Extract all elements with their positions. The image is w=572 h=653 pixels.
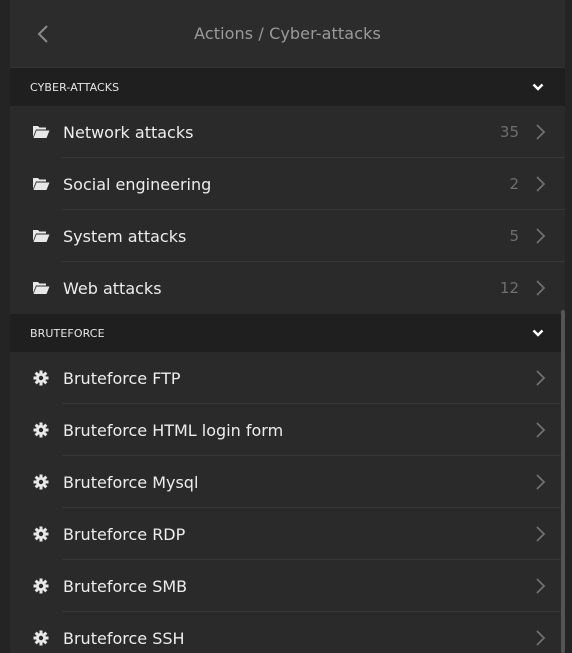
item-label: Bruteforce RDP (63, 524, 186, 544)
item-label: Bruteforce SMB (63, 576, 188, 596)
item-label: Bruteforce SSH (63, 628, 185, 648)
item-label: Bruteforce FTP (63, 368, 181, 388)
list-item-bruteforce-ftp[interactable]: Bruteforce FTP (10, 352, 565, 404)
scrollbar[interactable] (561, 310, 565, 653)
gear-icon (32, 422, 50, 438)
section-label: CYBER-ATTACKS (30, 80, 120, 94)
chevron-right-icon (536, 280, 546, 296)
item-count: 2 (509, 175, 519, 193)
item-label: Bruteforce HTML login form (63, 420, 284, 440)
item-label: System attacks (63, 226, 187, 246)
folder-open-icon (32, 124, 50, 140)
list-item-bruteforce-html-login-form[interactable]: Bruteforce HTML login form (10, 404, 565, 456)
item-count: 35 (499, 123, 519, 141)
list-item-bruteforce-rdp[interactable]: Bruteforce RDP (10, 508, 565, 560)
gear-icon (32, 474, 50, 490)
section-header-cyber-attacks[interactable]: CYBER-ATTACKS (10, 68, 565, 106)
chevron-right-icon (536, 474, 546, 490)
chevron-right-icon (536, 228, 546, 244)
item-count: 12 (499, 279, 519, 297)
item-label: Social engineering (63, 174, 212, 194)
chevron-right-icon (536, 176, 546, 192)
chevron-down-icon (532, 329, 544, 337)
chevron-right-icon (536, 370, 546, 386)
list-item-bruteforce-smb[interactable]: Bruteforce SMB (10, 560, 565, 612)
item-label: Network attacks (63, 122, 194, 142)
folder-open-icon (32, 280, 50, 296)
chevron-right-icon (536, 124, 546, 140)
chevron-right-icon (536, 578, 546, 594)
chevron-down-icon (532, 83, 544, 91)
item-label: Bruteforce Mysql (63, 472, 199, 492)
chevron-right-icon (536, 422, 546, 438)
gear-icon (32, 370, 50, 386)
chevron-right-icon (536, 526, 546, 542)
list-item-network-attacks[interactable]: Network attacks 35 (10, 106, 565, 158)
chevron-right-icon (536, 630, 546, 646)
folder-open-icon (32, 228, 50, 244)
section-label: BRUTEFORCE (30, 326, 105, 340)
list-item-system-attacks[interactable]: System attacks 5 (10, 210, 565, 262)
actions-panel: Actions / Cyber-attacks CYBER-ATTACKS Ne… (10, 0, 565, 653)
gear-icon (32, 526, 50, 542)
gear-icon (32, 578, 50, 594)
gear-icon (32, 630, 50, 646)
panel-header: Actions / Cyber-attacks (10, 0, 565, 68)
list-item-bruteforce-mysql[interactable]: Bruteforce Mysql (10, 456, 565, 508)
back-chevron-icon[interactable] (32, 22, 56, 46)
list-item-social-engineering[interactable]: Social engineering 2 (10, 158, 565, 210)
breadcrumb-title: Actions / Cyber-attacks (194, 24, 381, 43)
folder-open-icon (32, 176, 50, 192)
item-label: Web attacks (63, 278, 162, 298)
list-item-web-attacks[interactable]: Web attacks 12 (10, 262, 565, 314)
list-item-bruteforce-ssh[interactable]: Bruteforce SSH (10, 612, 565, 653)
item-count: 5 (509, 227, 519, 245)
section-header-bruteforce[interactable]: BRUTEFORCE (10, 314, 565, 352)
